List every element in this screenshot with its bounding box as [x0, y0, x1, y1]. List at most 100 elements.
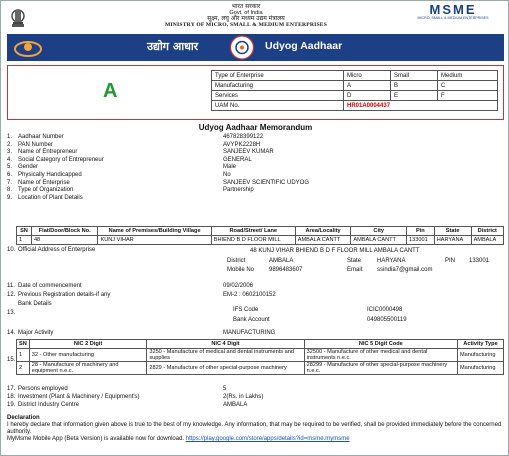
column-header: SN [16, 339, 30, 349]
table-header-row: SN Flat/Door/Block No. Name of Premises/… [16, 226, 505, 236]
table-row: UAM No. HR01A0004437 [211, 100, 498, 111]
table-cell: HARYANA [433, 235, 472, 245]
column-header: SN [16, 226, 32, 236]
ifs-label: IFS Code [233, 307, 259, 313]
table-cell: Medium [437, 70, 498, 81]
udyog-aadhaar-banner: उद्योग आधार Udyog Aadhaar [7, 34, 504, 61]
row-number: 15. [7, 357, 16, 363]
category-letter: A [103, 80, 118, 102]
row-label: Location of Plant Details [18, 194, 83, 201]
table-cell: KUNJ VIHAR [97, 235, 212, 245]
app-download-text: MyMsme Mobile App (Beta Version) is avai… [7, 436, 185, 442]
table-cell: D [343, 90, 391, 101]
mobile-value: 9896483607 [269, 267, 303, 273]
column-header: Activity Type [457, 339, 504, 349]
row-label: Official Address of Enterprise [18, 247, 96, 253]
ministry-english: MINISTRY OF MICRO, SMALL & MEDIUM ENTERP… [164, 22, 328, 28]
table-row: Manufacturing A B C [211, 80, 498, 91]
list-item: 9. Location of Plant Details [7, 195, 504, 203]
row-label: Gender [18, 164, 39, 171]
bank-account-value: 049805500119 [367, 317, 407, 323]
msme-logo-sub: MICRO, SMALL & MEDIUM ENTERPRISES [417, 16, 489, 20]
national-seal-icon [229, 35, 255, 60]
row-number: 13. [7, 310, 16, 316]
column-header: NIC 4 Digit [146, 339, 305, 349]
table-cell: C [437, 80, 498, 91]
row-value: SANJEEV SCIENTIFIC UDYOG [223, 179, 310, 186]
msme-logo: MSME MICRO, SMALL & MEDIUM ENTERPRISES [404, 3, 502, 20]
email-label: Email: [347, 267, 364, 273]
row-value: GENERAL [223, 156, 252, 163]
column-header: City [350, 226, 408, 236]
row-number: 5. [7, 164, 13, 171]
employment-details: 17. Persons employed 5 18. Investment (P… [7, 386, 504, 413]
udyog-logo-icon [14, 41, 42, 57]
column-header: Road/Street/ Lane [210, 226, 296, 236]
app-download-link[interactable]: https://play.google.com/store/apps/detai… [186, 436, 350, 442]
banner-english-title: Udyog Aadhaar [265, 40, 343, 52]
row-number: 1. [7, 134, 13, 140]
list-item: 4. Social Category of Entrepreneur GENERAL [7, 157, 504, 165]
row-value: AMBALA [223, 402, 248, 408]
mobile-label: Mobile No [227, 267, 255, 273]
table-cell: Manufacturing [211, 80, 344, 91]
table-cell: F [437, 90, 498, 101]
table-cell: B [390, 80, 438, 91]
district-label: District [227, 258, 246, 264]
row-label: Date of commencement [18, 283, 82, 289]
row-label: Aadhaar Number [18, 134, 64, 140]
table-cell: 2 [16, 361, 30, 375]
row-number: 8. [7, 187, 13, 194]
table-cell: 2829 - Manufacture of other special-purp… [146, 361, 305, 375]
table-cell: Services [211, 90, 344, 101]
row-value: 09/02/2006 [223, 283, 254, 289]
table-cell: Manufacturing [457, 348, 504, 362]
table-cell: AMBALA [470, 235, 505, 245]
row-number: 18. [7, 394, 16, 400]
row-label: Name of Enterprise [18, 179, 70, 186]
page-title: Udyog Aadhaar Memorandum [198, 123, 313, 132]
row-label: Type of Organization [18, 187, 74, 194]
entrepreneur-details: 1. Aadhaar Number 467828399122 2. PAN Numbe… [7, 134, 504, 202]
row-number: 19. [7, 402, 16, 408]
column-header: NIC 2 Digit [28, 339, 148, 349]
row-label: Name of Entrepreneur [18, 149, 78, 156]
official-address: 48 KUNJ VIHAR BHIEND B D F FLOOR MILL AM… [250, 248, 420, 254]
row-value: SANJEEV KUMAR [223, 149, 274, 156]
row-value: MANUFACTURING [223, 330, 276, 336]
table-row: Type of Enterprise Micro Small Medium [211, 70, 498, 81]
ifs-value: ICIC0000498 [367, 307, 403, 313]
table-cell: 1 [16, 235, 32, 245]
table-cell: 28 - Manufacture of machinery and equipm… [28, 361, 148, 375]
row-number: 17. [7, 386, 16, 392]
row-label: Previous Registration details-if any [18, 292, 111, 298]
email-value: ssindia7@gmail.com [377, 267, 433, 273]
table-cell: BHIEND B D FLOOR MILL [210, 235, 296, 245]
column-header: Pin [406, 226, 435, 236]
row-label: Social Category of Entrepreneur [18, 156, 104, 163]
ministry-block: भारत सरकार Govt. of India सूक्ष्म, लघु औ… [111, 4, 381, 29]
nic-code-table: SN NIC 2 Digit NIC 4 Digit NIC 5 Digit C… [16, 339, 504, 375]
column-header: District [470, 226, 505, 236]
uam-label: UAM No. [211, 100, 344, 111]
uam-number: HR01A0004437 [343, 100, 498, 111]
table-cell: Manufacturing [457, 361, 504, 375]
bank-account-label: Bank Account [233, 317, 270, 323]
row-number: 2. [7, 141, 13, 148]
row-label: Bank Details [18, 301, 52, 307]
pin-label: PIN [445, 258, 456, 264]
state-value: HARYANA [377, 258, 406, 264]
plant-location-table: SN Flat/Door/Block No. Name of Premises/… [16, 226, 505, 245]
table-row: 1 32 - Other manufacturing 3250 - Manufa… [16, 348, 504, 362]
row-number: 3. [7, 149, 13, 156]
category-box: A Type of Enterprise Micro Small Medium … [7, 65, 504, 120]
column-header: Flat/Door/Block No. [30, 226, 99, 236]
column-header: State [433, 226, 472, 236]
district-value: AMBALA [269, 258, 294, 264]
row-number: 7. [7, 179, 13, 186]
list-item: 2. PAN Number AVYPK2228H [7, 142, 504, 150]
row-label: Persons employed [18, 386, 68, 392]
row-value: 2(Rs. in Lakhs) [223, 394, 264, 400]
table-cell: 32500 - Manufacture of other medical and… [303, 348, 459, 362]
banner-hindi-title: उद्योग आधार [147, 40, 199, 53]
